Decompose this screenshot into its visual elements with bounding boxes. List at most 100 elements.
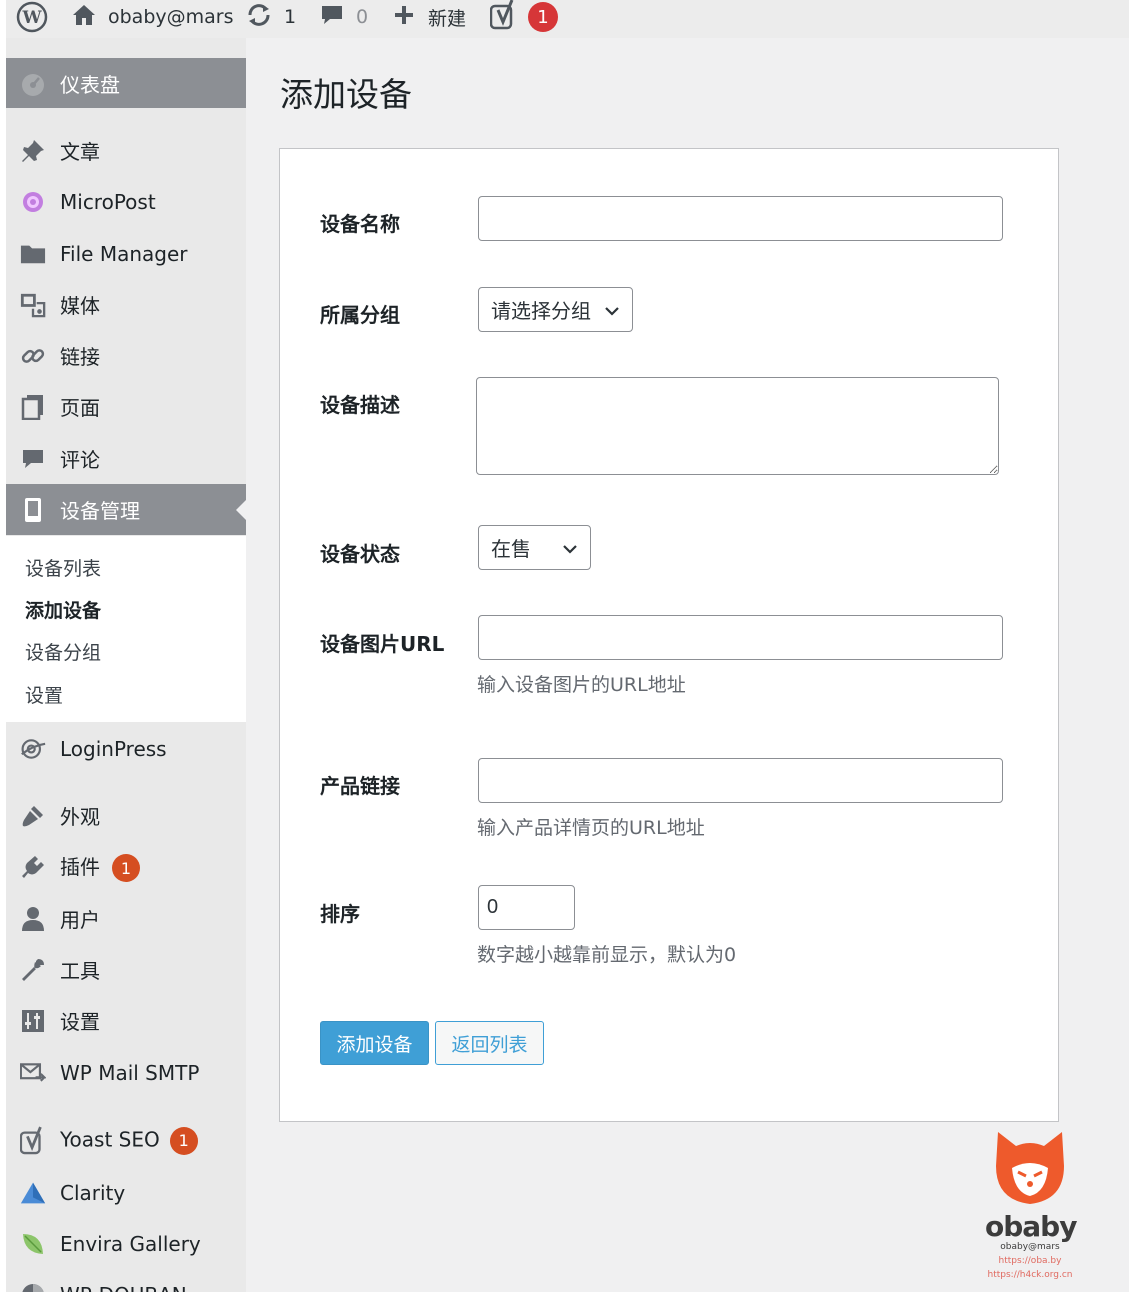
watermark-url-2: https://h4ck.org.cn [987,1270,1073,1280]
sort-order-input[interactable] [478,885,575,930]
sidebar-item-comments[interactable]: 评论 [6,433,246,484]
sidebar-label: File Manager [60,241,188,266]
sidebar-item-links[interactable]: 链接 [6,330,246,381]
media-icon [20,292,46,318]
fox-mascot-icon [996,1132,1064,1204]
sidebar-item-pages[interactable]: 页面 [6,381,246,432]
folder-icon [20,241,46,267]
device-name-input[interactable] [478,196,1003,241]
sidebar-label: Clarity [60,1180,126,1205]
sidebar-label: 用户 [60,908,100,932]
sidebar-item-tools[interactable]: 工具 [6,944,246,995]
device-image-url-help: 输入设备图片的URL地址 [477,674,686,696]
submenu-item-device-groups[interactable]: 设备分组 [25,638,101,665]
sidebar-item-settings[interactable]: 设置 [6,995,246,1046]
product-link-input[interactable] [478,758,1003,803]
updates-link[interactable]: 1 [246,0,296,34]
sidebar-label: 媒体 [60,294,100,318]
comment-icon [20,446,46,472]
site-name-link[interactable]: obaby@mars [72,0,234,34]
yoast-icon [489,0,518,35]
device-submenu: 设备列表 添加设备 设备分组 设置 [6,536,246,722]
pages-icon [20,394,46,420]
dashboard-gauge-icon [20,71,46,97]
sidebar-label: 外观 [60,805,100,829]
sidebar-item-file-manager[interactable]: File Manager [6,228,246,279]
watermark-brand: obaby [985,1210,1077,1243]
sidebar-item-loginpress[interactable]: LoginPress [6,723,246,774]
page-title: 添加设备 [280,75,412,114]
chevron-down-icon [562,538,578,562]
svg-text:W: W [21,8,42,28]
paintbrush-icon [20,803,46,829]
plus-icon [394,5,414,30]
sidebar-label: 工具 [60,959,100,983]
admin-bar: W obaby@mars 1 0 新建 1 [6,0,1129,38]
home-icon [72,4,96,31]
device-group-select[interactable]: 请选择分组 [478,287,633,332]
sort-order-help: 数字越小越靠前显示，默认为0 [477,944,737,966]
device-description-textarea[interactable] [476,377,999,475]
site-name: obaby@mars [108,6,234,28]
device-image-url-label: 设备图片URL [320,632,445,656]
sidebar-item-yoast-seo[interactable]: Yoast SEO 1 [6,1115,246,1166]
plugins-update-badge: 1 [112,854,140,883]
sliders-settings-icon [20,1008,46,1034]
wordpress-logo-icon[interactable]: W [16,0,48,34]
device-group-label: 所属分组 [320,303,400,327]
obaby-watermark: obaby obaby@mars https://oba.by https://… [985,1128,1077,1292]
back-to-list-button[interactable]: 返回列表 [435,1021,544,1065]
updates-count: 1 [284,6,297,28]
comment-bubble-icon [320,3,344,32]
sidebar-item-posts[interactable]: 文章 [6,125,246,176]
product-link-help: 输入产品详情页的URL地址 [477,817,705,839]
mail-icon [20,1060,46,1086]
refresh-icon [246,3,272,32]
chevron-down-icon [604,300,620,324]
sidebar-label: WP-DOUBAN [60,1283,187,1292]
watermark-url-1: https://oba.by [998,1256,1062,1266]
sort-order-label: 排序 [320,902,360,926]
watermark-handle: obaby@mars [1000,1242,1060,1252]
add-device-button[interactable]: 添加设备 [320,1021,429,1065]
sidebar-label: Yoast SEO 1 [60,1126,198,1155]
douban-pie-icon [20,1282,46,1292]
sidebar-label: Envira Gallery [60,1231,201,1256]
yoast-menu[interactable] [489,0,518,35]
comments-link[interactable]: 0 [320,0,368,34]
sidebar-label: 设置 [60,1010,100,1034]
comments-count: 0 [356,6,369,28]
device-status-select[interactable]: 在售 [478,525,591,570]
sidebar-item-plugins[interactable]: 插件 1 [6,841,246,892]
sidebar-item-dashboard[interactable]: 仪表盘 [6,58,246,108]
new-content-link[interactable]: 新建 [394,0,466,34]
sidebar-item-wp-mail-smtp[interactable]: WP Mail SMTP [6,1047,246,1098]
submenu-item-device-list[interactable]: 设备列表 [25,554,101,581]
plugins-label: 插件 [60,854,100,879]
sidebar-item-users[interactable]: 用户 [6,893,246,944]
device-image-url-input[interactable] [478,615,1003,660]
product-link-label: 产品链接 [320,774,400,798]
plugin-plug-icon [20,854,46,880]
submenu-item-settings[interactable]: 设置 [25,681,63,708]
sidebar-item-envira-gallery[interactable]: Envira Gallery [6,1218,246,1269]
sidebar-item-media[interactable]: 媒体 [6,279,246,330]
submenu-item-add-device[interactable]: 添加设备 [25,596,101,623]
device-description-label: 设备描述 [320,393,400,417]
leaf-icon [20,1231,46,1257]
sidebar-label: 链接 [60,345,100,369]
sidebar-item-micropost[interactable]: MicroPost [6,176,246,227]
add-device-form: 设备名称 所属分组 请选择分组 设备描述 设备状态 在售 设备图片URL 输入设… [279,148,1059,1122]
device-status-selected: 在售 [491,537,531,561]
clarity-pyramid-icon [20,1180,46,1206]
chain-link-icon [20,343,46,369]
device-group-selected: 请选择分组 [491,299,591,323]
sidebar-item-clarity[interactable]: Clarity [6,1167,246,1218]
device-name-label: 设备名称 [320,212,400,236]
sidebar-item-appearance[interactable]: 外观 [6,790,246,841]
sidebar-item-wp-douban[interactable]: WP-DOUBAN [6,1269,246,1292]
yoast-icon [20,1126,46,1155]
sidebar-item-device-management[interactable]: 设备管理 [6,484,246,535]
sidebar-label: LoginPress [60,736,167,761]
sidebar-label: MicroPost [60,189,156,214]
